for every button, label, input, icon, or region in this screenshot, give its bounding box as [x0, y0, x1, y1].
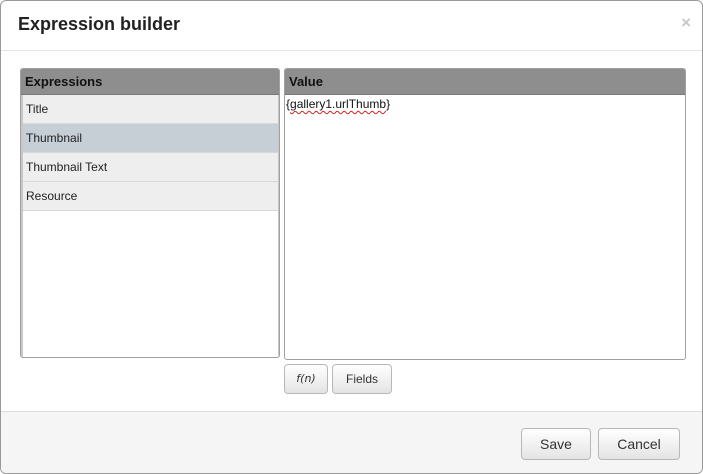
expression-item-title[interactable]: Title — [23, 95, 278, 124]
save-button[interactable]: Save — [521, 428, 591, 460]
expressions-header: Expressions — [21, 69, 279, 95]
expression-builder-dialog: Expression builder × Expressions Title T… — [0, 0, 703, 474]
expressions-list: Title Thumbnail Thumbnail Text Resource — [21, 95, 279, 357]
value-editor[interactable]: {gallery1.urlThumb} — [286, 97, 390, 111]
dialog-footer — [1, 411, 702, 473]
cancel-button[interactable]: Cancel — [598, 428, 680, 460]
function-button[interactable]: f(n) — [284, 364, 328, 394]
value-header: Value — [285, 69, 685, 95]
expressions-panel: Expressions Title Thumbnail Thumbnail Te… — [20, 68, 280, 358]
fields-button[interactable]: Fields — [332, 364, 392, 394]
expression-item-label: Thumbnail Text — [26, 160, 108, 174]
expression-item-thumbnail-text[interactable]: Thumbnail Text — [23, 153, 278, 182]
expression-item-label: Thumbnail — [26, 131, 83, 145]
value-panel: Value {gallery1.urlThumb} — [284, 68, 686, 360]
dialog-title: Expression builder — [18, 14, 181, 34]
value-expression: gallery1.urlThumb — [290, 97, 387, 111]
close-icon[interactable]: × — [681, 13, 691, 33]
expression-item-resource[interactable]: Resource — [23, 182, 278, 211]
expression-item-label: Title — [26, 102, 49, 116]
expression-item-thumbnail[interactable]: Thumbnail — [23, 124, 278, 153]
value-close-brace: } — [386, 97, 391, 111]
dialog-header: Expression builder × — [1, 1, 702, 51]
expression-item-label: Resource — [26, 189, 78, 203]
